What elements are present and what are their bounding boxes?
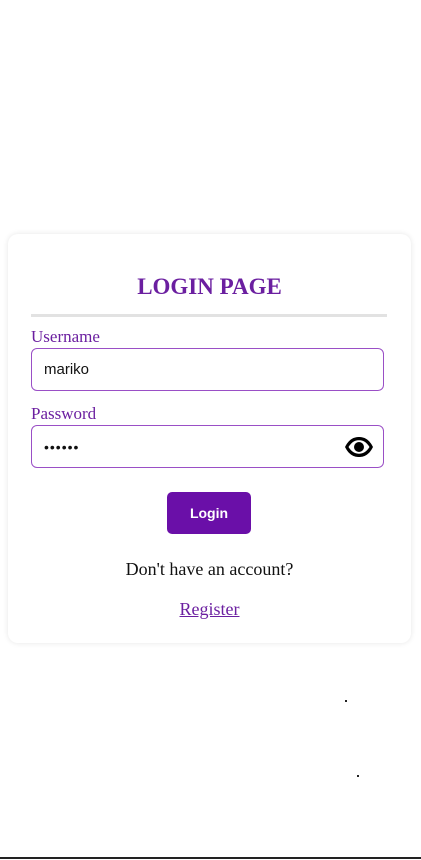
stray-dot	[345, 700, 347, 702]
login-card: LOGIN PAGE Username Password Login Don't…	[8, 234, 411, 643]
register-link-container: Register	[8, 599, 411, 620]
stray-dot	[357, 775, 359, 777]
password-input[interactable]	[44, 426, 334, 467]
bottom-border-line	[0, 857, 421, 859]
password-field[interactable]	[31, 425, 384, 468]
page-title: LOGIN PAGE	[137, 274, 282, 299]
password-label: Password	[31, 404, 97, 423]
username-input[interactable]	[44, 349, 334, 390]
login-button[interactable]: Login	[167, 492, 251, 534]
eye-icon[interactable]	[344, 434, 374, 460]
username-label: Username	[31, 327, 100, 346]
title-divider	[31, 314, 387, 317]
register-link[interactable]: Register	[180, 599, 240, 619]
username-field[interactable]	[31, 348, 384, 391]
no-account-text: Don't have an account?	[125, 559, 294, 579]
